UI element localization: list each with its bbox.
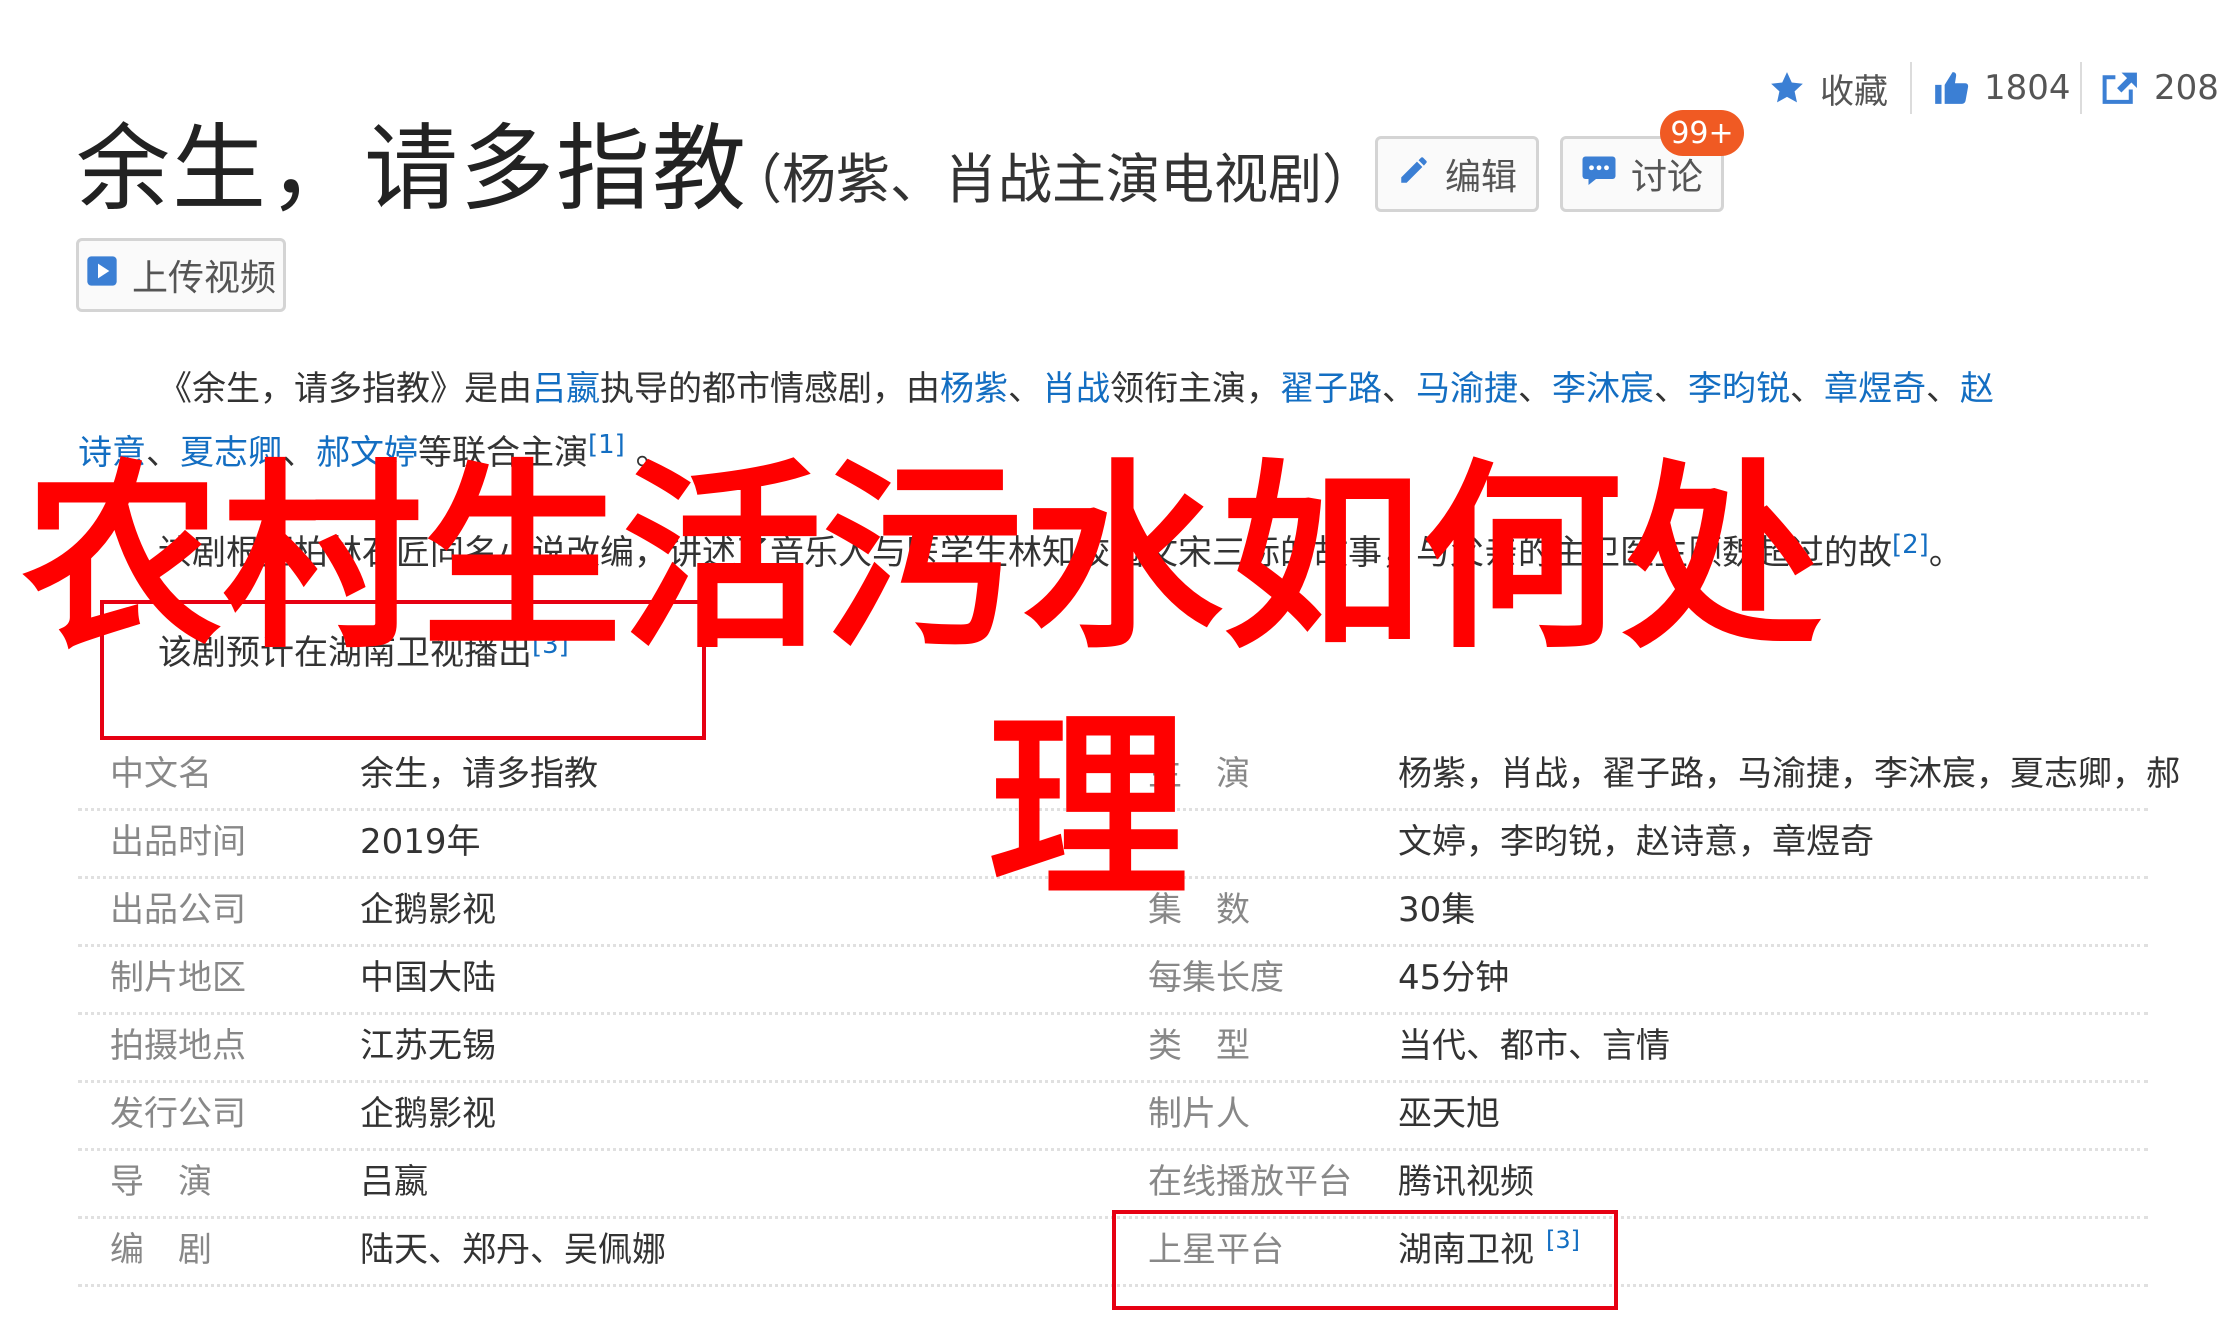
info-value: 文婷，李昀锐，赵诗意，章煜奇 bbox=[1398, 822, 1874, 862]
favorite-button[interactable]: 收藏 bbox=[1768, 62, 1888, 114]
upload-video-button[interactable]: 上传视频 bbox=[76, 238, 286, 312]
page-subtitle: （杨紫、肖战主演电视剧） bbox=[728, 148, 1376, 211]
separator: 、 bbox=[1518, 369, 1552, 409]
table-row: 导 演 吕嬴 在线播放平台 腾讯视频 bbox=[78, 1148, 2148, 1219]
overlay-title-line-1: 农村生活污水如何处 bbox=[22, 443, 1823, 676]
page-title: 余生，请多指教 bbox=[76, 115, 749, 224]
share-icon bbox=[2100, 69, 2140, 107]
like-button[interactable]: 1804 bbox=[1932, 62, 2071, 114]
info-value: 30集 bbox=[1398, 890, 1476, 930]
overlay-title-line-2: 理 bbox=[988, 693, 1189, 926]
summary-text: 执导的都市情感剧，由 bbox=[600, 369, 940, 409]
like-count: 1804 bbox=[1984, 68, 2071, 108]
link-actor[interactable]: 杨紫 bbox=[940, 369, 1008, 409]
separator: 、 bbox=[1008, 369, 1042, 409]
info-label: 编 剧 bbox=[110, 1230, 212, 1270]
info-value: 当代、都市、言情 bbox=[1398, 1026, 1670, 1066]
info-value: 巫天旭 bbox=[1398, 1094, 1500, 1134]
summary-text: 领衔主演， bbox=[1110, 369, 1280, 409]
info-label: 类 型 bbox=[1148, 1026, 1250, 1066]
divider bbox=[1910, 62, 1912, 114]
info-label: 导 演 bbox=[110, 1162, 212, 1202]
info-label: 制片人 bbox=[1148, 1094, 1250, 1134]
info-label: 拍摄地点 bbox=[110, 1026, 246, 1066]
divider bbox=[2080, 62, 2082, 114]
separator: 、 bbox=[1382, 369, 1416, 409]
info-label: 每集长度 bbox=[1148, 958, 1284, 998]
link-actor[interactable]: 赵 bbox=[1960, 369, 1994, 409]
info-label: 制片地区 bbox=[110, 958, 246, 998]
link-actor[interactable]: 马渝捷 bbox=[1416, 369, 1518, 409]
summary-text: 《余生，请多指教》是由 bbox=[158, 369, 532, 409]
star-icon bbox=[1768, 69, 1806, 107]
summary-paragraph-1-line-1: 《余生，请多指教》是由吕嬴执导的都市情感剧，由杨紫、肖战领衔主演，翟子路、马渝捷… bbox=[158, 364, 1994, 414]
discuss-count-badge: 99+ bbox=[1660, 110, 1744, 156]
info-value: 企鹅影视 bbox=[360, 1094, 496, 1134]
edit-label: 编辑 bbox=[1444, 157, 1517, 198]
annotation-box bbox=[1112, 1210, 1618, 1310]
reference-link[interactable]: [2] bbox=[1892, 530, 1929, 560]
info-label: 出品时间 bbox=[110, 822, 246, 862]
share-count: 208 bbox=[2154, 68, 2219, 108]
table-row: 制片地区 中国大陆 每集长度 45分钟 bbox=[78, 944, 2148, 1015]
play-video-icon bbox=[86, 255, 118, 296]
info-value: 余生，请多指教 bbox=[360, 754, 598, 794]
link-actor[interactable]: 肖战 bbox=[1042, 369, 1110, 409]
info-value: 杨紫，肖战，翟子路，马渝捷，李沐宸，夏志卿，郝 bbox=[1398, 754, 2180, 794]
favorite-label: 收藏 bbox=[1820, 71, 1888, 112]
info-label: 中文名 bbox=[110, 754, 212, 794]
info-value: 企鹅影视 bbox=[360, 890, 496, 930]
share-button[interactable]: 208 bbox=[2100, 62, 2219, 114]
info-value: 中国大陆 bbox=[360, 958, 496, 998]
info-label: 发行公司 bbox=[110, 1094, 246, 1134]
info-value: 江苏无锡 bbox=[360, 1026, 496, 1066]
separator: 、 bbox=[1654, 369, 1688, 409]
separator: 、 bbox=[1926, 369, 1960, 409]
upload-video-label: 上传视频 bbox=[131, 258, 276, 299]
pencil-icon bbox=[1397, 153, 1431, 196]
info-value: 陆天、郑丹、吴佩娜 bbox=[360, 1230, 666, 1270]
link-actor[interactable]: 翟子路 bbox=[1280, 369, 1382, 409]
info-label: 出品公司 bbox=[110, 890, 246, 930]
chat-icon bbox=[1581, 153, 1617, 196]
separator: 、 bbox=[1790, 369, 1824, 409]
info-label: 在线播放平台 bbox=[1148, 1162, 1352, 1202]
link-actor[interactable]: 李昀锐 bbox=[1688, 369, 1790, 409]
link-actor[interactable]: 章煜奇 bbox=[1824, 369, 1926, 409]
thumbs-up-icon bbox=[1932, 69, 1970, 107]
info-value: 2019年 bbox=[360, 822, 481, 862]
edit-button[interactable]: 编辑 bbox=[1375, 136, 1539, 212]
table-row: 发行公司 企鹅影视 制片人 巫天旭 bbox=[78, 1080, 2148, 1151]
info-value: 45分钟 bbox=[1398, 958, 1510, 998]
info-value: 腾讯视频 bbox=[1398, 1162, 1534, 1202]
summary-text: 。 bbox=[1928, 533, 1963, 573]
link-director[interactable]: 吕嬴 bbox=[532, 369, 600, 409]
link-actor[interactable]: 李沐宸 bbox=[1552, 369, 1654, 409]
table-row: 拍摄地点 江苏无锡 类 型 当代、都市、言情 bbox=[78, 1012, 2148, 1083]
info-value: 吕嬴 bbox=[360, 1162, 428, 1202]
